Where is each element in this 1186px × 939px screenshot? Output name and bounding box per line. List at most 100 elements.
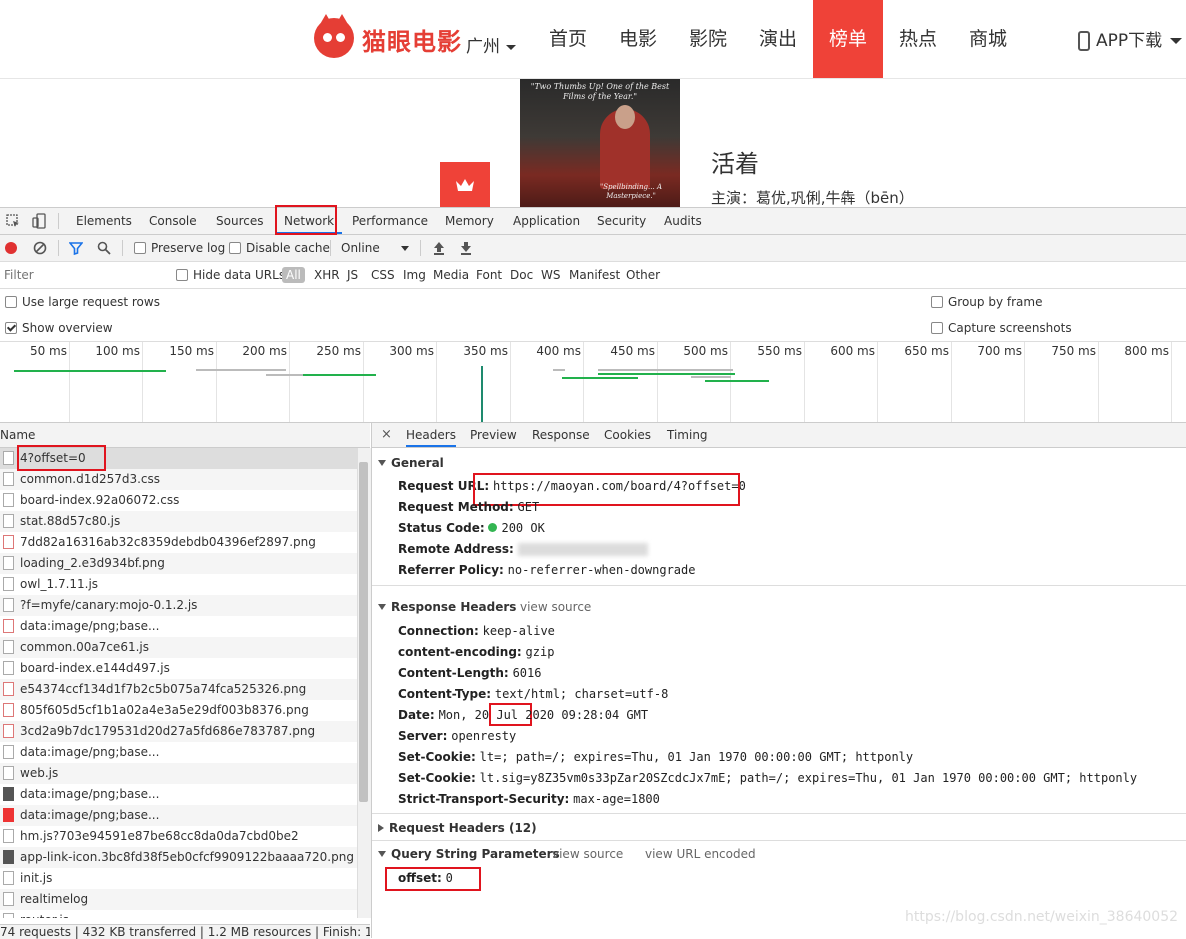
request-row[interactable]: loading_2.e3d934bf.png [0, 553, 357, 574]
request-row[interactable]: board-index.e144d497.js [0, 658, 357, 679]
query-params-toggle[interactable]: Query String Parameters [378, 844, 560, 864]
request-row[interactable]: app-link-icon.3bc8fd38f5eb0cfcf9909122ba… [0, 847, 357, 868]
tab-preview[interactable]: Preview [470, 423, 517, 447]
search-icon[interactable] [97, 241, 111, 255]
tab-memory[interactable]: Memory [437, 208, 502, 234]
request-row[interactable]: router.js [0, 910, 357, 918]
request-row[interactable]: hm.js?703e94591e87be68cc8da0da7cbd0be2 [0, 826, 357, 847]
image-file-icon [3, 534, 14, 549]
inspect-element-icon[interactable] [6, 214, 21, 229]
request-row[interactable]: data:image/png;base... [0, 742, 357, 763]
maoyan-logo-icon[interactable] [314, 14, 354, 58]
request-row[interactable]: board-index.92a06072.css [0, 490, 357, 511]
nav-cinemas[interactable]: 影院 [673, 0, 743, 78]
nav-shows[interactable]: 演出 [743, 0, 813, 78]
filter-input[interactable] [0, 265, 162, 285]
request-name: ?f=myfe/canary:mojo-0.1.2.js [20, 598, 198, 612]
app-download-button[interactable]: APP下载 [1078, 26, 1183, 51]
response-headers-list: Connection: keep-alive content-encoding: … [398, 621, 1178, 810]
tab-security[interactable]: Security [589, 208, 654, 234]
export-har-icon[interactable] [459, 240, 473, 256]
nav-movies[interactable]: 电影 [603, 0, 673, 78]
filter-ws[interactable]: WS [541, 262, 560, 288]
disable-cache-checkbox[interactable]: Disable cache [229, 235, 330, 261]
filter-css[interactable]: CSS [371, 262, 395, 288]
collapsed-triangle-icon [378, 823, 384, 832]
request-row[interactable]: common.d1d257d3.css [0, 469, 357, 490]
show-overview-checkbox[interactable]: Show overview [5, 315, 113, 341]
timeline-tick: 650 ms [904, 344, 949, 358]
tab-timing[interactable]: Timing [667, 423, 708, 447]
filter-doc[interactable]: Doc [510, 262, 533, 288]
request-headers-toggle[interactable]: Request Headers (12) [378, 818, 537, 838]
request-name: common.d1d257d3.css [20, 472, 161, 486]
tab-audits[interactable]: Audits [656, 208, 710, 234]
filter-font[interactable]: Font [476, 262, 502, 288]
request-name: router.js [20, 913, 69, 918]
movie-poster[interactable]: "Two Thumbs Up! One of the Best Films of… [520, 79, 680, 207]
close-icon[interactable]: × [381, 423, 392, 447]
tab-headers[interactable]: Headers [406, 423, 456, 447]
view-url-encoded-link[interactable]: view URL encoded [645, 844, 756, 864]
request-row[interactable]: data:image/png;base... [0, 784, 357, 805]
hide-data-urls-checkbox[interactable]: Hide data URLs [176, 262, 285, 288]
request-row[interactable]: init.js [0, 868, 357, 889]
filter-js[interactable]: JS [347, 262, 358, 288]
request-row[interactable]: stat.88d57c80.js [0, 511, 357, 532]
capture-screenshots-checkbox[interactable]: Capture screenshots [931, 315, 1072, 341]
request-row[interactable]: 7dd82a16316ab32c8359debdb04396ef2897.png [0, 532, 357, 553]
tab-elements[interactable]: Elements [68, 208, 140, 234]
filter-other[interactable]: Other [626, 262, 660, 288]
import-har-icon[interactable] [432, 240, 446, 256]
filter-icon[interactable] [69, 241, 83, 255]
filter-xhr[interactable]: XHR [314, 262, 340, 288]
response-header-row: Set-Cookie: lt.sig=y8Z35vm0s33pZar20SZcd… [398, 768, 1137, 789]
response-header-row: Content-Length: 6016 [398, 663, 541, 684]
request-row[interactable]: data:image/png;base... [0, 805, 357, 826]
tab-application[interactable]: Application [505, 208, 588, 234]
request-row[interactable]: e54374ccf134d1f7b2c5b075a74fca525326.png [0, 679, 357, 700]
tab-response[interactable]: Response [532, 423, 590, 447]
response-headers-toggle[interactable]: Response Headers [378, 597, 516, 617]
request-method-value: GET [517, 500, 540, 514]
timeline-tick: 150 ms [169, 344, 214, 358]
document-file-icon [3, 639, 14, 654]
nav-mall[interactable]: 商城 [953, 0, 1023, 78]
filter-img[interactable]: Img [403, 262, 426, 288]
city-selector[interactable]: 广州 [466, 32, 516, 57]
clear-icon[interactable] [33, 241, 47, 255]
tab-console[interactable]: Console [141, 208, 205, 234]
throttle-select[interactable]: Online [341, 235, 411, 261]
filter-all[interactable]: All [282, 267, 305, 283]
group-by-frame-label: Group by frame [948, 295, 1043, 309]
header-value: max-age=1800 [573, 792, 660, 806]
record-icon[interactable] [5, 242, 17, 254]
request-row[interactable]: web.js [0, 763, 357, 784]
nav-board[interactable]: 榜单 [813, 0, 883, 78]
request-row[interactable]: ?f=myfe/canary:mojo-0.1.2.js [0, 595, 357, 616]
tab-cookies[interactable]: Cookies [604, 423, 651, 447]
request-row[interactable]: common.00a7ce61.js [0, 637, 357, 658]
scrollbar-thumb[interactable] [359, 462, 368, 802]
response-view-source-link[interactable]: view source [520, 597, 591, 617]
filter-bar: Hide data URLs All XHR JS CSS Img Media … [0, 262, 1186, 289]
request-row[interactable]: 3cd2a9b7dc179531d20d27a5fd686e783787.png [0, 721, 357, 742]
tab-sources[interactable]: Sources [208, 208, 271, 234]
timeline-overview[interactable]: 50 ms 100 ms 150 ms 200 ms 250 ms 300 ms… [0, 342, 1186, 423]
request-row[interactable]: realtimelog [0, 889, 357, 910]
logo-text[interactable]: 猫眼电影 [362, 22, 462, 57]
query-view-source-link[interactable]: view source [552, 844, 623, 864]
filter-media[interactable]: Media [433, 262, 469, 288]
nav-hot[interactable]: 热点 [883, 0, 953, 78]
request-row[interactable]: 805f605d5cf1b1a02a4e3a5e29df003b8376.png [0, 700, 357, 721]
large-rows-checkbox[interactable]: Use large request rows [5, 289, 160, 315]
request-row[interactable]: owl_1.7.11.js [0, 574, 357, 595]
tab-performance[interactable]: Performance [344, 208, 436, 234]
preserve-log-checkbox[interactable]: Preserve log [134, 235, 225, 261]
device-toolbar-icon[interactable] [32, 213, 47, 229]
filter-manifest[interactable]: Manifest [569, 262, 620, 288]
group-by-frame-checkbox[interactable]: Group by frame [931, 289, 1042, 315]
request-row[interactable]: data:image/png;base... [0, 616, 357, 637]
general-section-toggle[interactable]: General [378, 453, 444, 473]
nav-home[interactable]: 首页 [533, 0, 603, 78]
